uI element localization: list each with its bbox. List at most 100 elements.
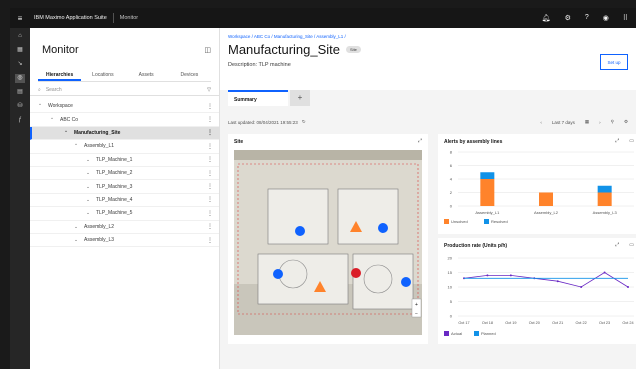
dashboard-icon[interactable]: ▦ xyxy=(15,46,25,55)
y-tick-label: 5 xyxy=(450,299,453,304)
chevron-down-icon[interactable]: ⌄ xyxy=(84,210,92,216)
overflow-menu-icon[interactable]: ⋮ xyxy=(207,237,213,244)
chevron-down-icon[interactable]: ⌄ xyxy=(84,197,92,203)
home-icon[interactable]: ⌂ xyxy=(15,32,25,41)
refresh-icon[interactable]: ↻ xyxy=(302,119,306,125)
help-icon[interactable]: ? xyxy=(585,14,589,22)
search-icon: ⌕ xyxy=(38,86,41,93)
zoom-out-icon[interactable]: − xyxy=(415,311,418,317)
overflow-menu-icon[interactable]: ⋮ xyxy=(207,116,213,123)
y-tick-label: 0 xyxy=(450,314,453,319)
y-tick-label: 15 xyxy=(448,270,453,275)
site-map[interactable]: + − xyxy=(228,134,428,344)
tab-locations[interactable]: Locations xyxy=(81,70,124,81)
overflow-menu-icon[interactable]: ⋮ xyxy=(207,143,213,150)
functions-icon[interactable]: ƒ xyxy=(15,116,25,125)
tree-item[interactable]: ⌄ Assembly_L2 ⋮ xyxy=(30,221,219,234)
building-b[interactable] xyxy=(337,188,399,245)
tree-item[interactable]: ⌃ Assembly_L1 ⋮ xyxy=(30,140,219,154)
setup-button[interactable]: Set up xyxy=(600,54,628,70)
zoom-in-icon[interactable]: + xyxy=(415,302,418,308)
settings-icon[interactable]: ⚙ xyxy=(624,119,628,125)
tree-item[interactable]: ⌄ TLP_Machine_3 ⋮ xyxy=(30,180,219,194)
info-marker-icon[interactable] xyxy=(295,226,305,236)
tree-item[interactable]: ⌃ Workspace ⋮ xyxy=(30,100,219,114)
filter-icon[interactable]: ▽ xyxy=(207,87,211,93)
breadcrumb[interactable]: Workspace / ABC Co / Manufacturing_Site … xyxy=(228,34,346,39)
analytics-icon[interactable]: ↘ xyxy=(15,60,25,69)
chevron-down-icon[interactable]: ⌄ xyxy=(84,184,92,190)
x-tick-label: Oct 22 xyxy=(576,321,587,325)
hamburger-menu-icon[interactable]: ≡ xyxy=(10,14,30,23)
page-title: Manufacturing_Site xyxy=(228,42,341,57)
notification-icon[interactable]: 🔔︎ xyxy=(542,14,551,22)
tree-item[interactable]: ⌄ TLP_Machine_1 ⋮ xyxy=(30,154,219,167)
pin-icon[interactable]: ⚲ xyxy=(611,119,614,125)
tab-hierarchies[interactable]: Hierarchies xyxy=(38,70,82,81)
tab-assets[interactable]: Assets xyxy=(125,70,168,81)
data-icon[interactable]: ⛁ xyxy=(15,102,25,111)
top-header-bar: ≡ IBM Maximo Application Suite Monitor 🔔… xyxy=(10,8,636,28)
header-actions: 🔔︎ ⚙ ? ◉ ⠿ xyxy=(542,14,636,22)
tab-devices[interactable]: Devices xyxy=(168,70,211,81)
tab-summary[interactable]: Summary xyxy=(228,90,288,106)
info-marker-icon[interactable] xyxy=(401,277,411,287)
devices-icon[interactable]: ▤ xyxy=(15,88,25,97)
chevron-down-icon[interactable]: ⌄ xyxy=(72,237,80,243)
series-line-actual xyxy=(463,272,629,288)
last-updated-text: Last updated: 08/04/2021 19:55:23 xyxy=(228,119,298,125)
data-point xyxy=(486,274,489,277)
app-switcher-icon[interactable]: ⠿ xyxy=(623,14,628,22)
overflow-menu-icon[interactable]: ⋮ xyxy=(207,210,213,217)
tree-item[interactable]: ⌃ Manufacturing_Site ⋮ xyxy=(30,126,219,141)
overflow-menu-icon[interactable]: ⋮ xyxy=(207,223,213,230)
chevron-down-icon[interactable]: ⌄ xyxy=(84,170,92,176)
data-point xyxy=(627,286,629,288)
tree-item[interactable]: ⌃ ABC Co ⋮ xyxy=(30,113,219,127)
overflow-menu-icon[interactable]: ⋮ xyxy=(207,170,213,177)
next-range-icon[interactable]: › xyxy=(599,120,601,125)
tree-item[interactable]: ⌄ TLP_Machine_5 ⋮ xyxy=(30,207,219,221)
prev-range-icon[interactable]: ‹ xyxy=(540,120,542,125)
info-marker-icon[interactable] xyxy=(378,223,388,233)
tree-item[interactable]: ⌄ TLP_Machine_2 ⋮ xyxy=(30,167,219,181)
panel-title: Monitor xyxy=(42,44,79,56)
overflow-menu-icon[interactable]: ⋮ xyxy=(207,103,213,110)
toolbar-actions: ‹ Last 7 days ▦ › ⚲ ⚙ xyxy=(540,119,628,125)
date-range-selector[interactable]: Last 7 days xyxy=(552,120,575,125)
data-point xyxy=(580,286,583,288)
x-tick-label: Oct 18 xyxy=(482,321,493,325)
y-tick-label: 0 xyxy=(450,204,453,209)
monitor-icon[interactable]: ◎ xyxy=(15,74,25,83)
overflow-menu-icon[interactable]: ⋮ xyxy=(207,183,213,190)
overflow-menu-icon[interactable]: ⋮ xyxy=(207,129,213,136)
bar-unsolved xyxy=(480,179,495,206)
tree-item[interactable]: ⌄ TLP_Machine_4 ⋮ xyxy=(30,194,219,208)
add-tab-icon[interactable]: + xyxy=(290,90,310,106)
building-a[interactable] xyxy=(267,188,329,245)
chevron-up-icon[interactable]: ⌃ xyxy=(36,103,44,109)
info-marker-icon[interactable] xyxy=(273,269,283,279)
search-input[interactable]: ⌕ Search ▽ xyxy=(30,84,219,96)
overflow-menu-icon[interactable]: ⋮ xyxy=(207,196,213,203)
tree-item-label: TLP_Machine_2 xyxy=(96,170,133,177)
chevron-up-icon[interactable]: ⌃ xyxy=(72,143,80,149)
error-marker-icon[interactable] xyxy=(351,268,361,278)
calendar-icon[interactable]: ▦ xyxy=(585,119,589,125)
building-c[interactable] xyxy=(257,253,349,305)
tree-item-label: Assembly_L3 xyxy=(84,237,115,244)
y-tick-label: 8 xyxy=(450,150,453,155)
legend-swatch xyxy=(444,331,449,336)
y-tick-label: 4 xyxy=(450,177,453,182)
overflow-menu-icon[interactable]: ⋮ xyxy=(207,156,213,163)
product-name[interactable]: IBM Maximo Application Suite xyxy=(30,15,107,21)
data-point xyxy=(603,271,606,274)
tree-item[interactable]: ⌄ Assembly_L3 ⋮ xyxy=(30,234,219,248)
collapse-panel-icon[interactable]: ◫ xyxy=(204,46,211,54)
chevron-down-icon[interactable]: ⌄ xyxy=(72,224,80,230)
user-avatar-icon[interactable]: ◉ xyxy=(603,14,609,22)
chevron-up-icon[interactable]: ⌃ xyxy=(48,117,56,123)
chevron-up-icon[interactable]: ⌃ xyxy=(62,130,70,136)
settings-icon[interactable]: ⚙ xyxy=(565,14,571,22)
chevron-down-icon[interactable]: ⌄ xyxy=(84,157,92,163)
